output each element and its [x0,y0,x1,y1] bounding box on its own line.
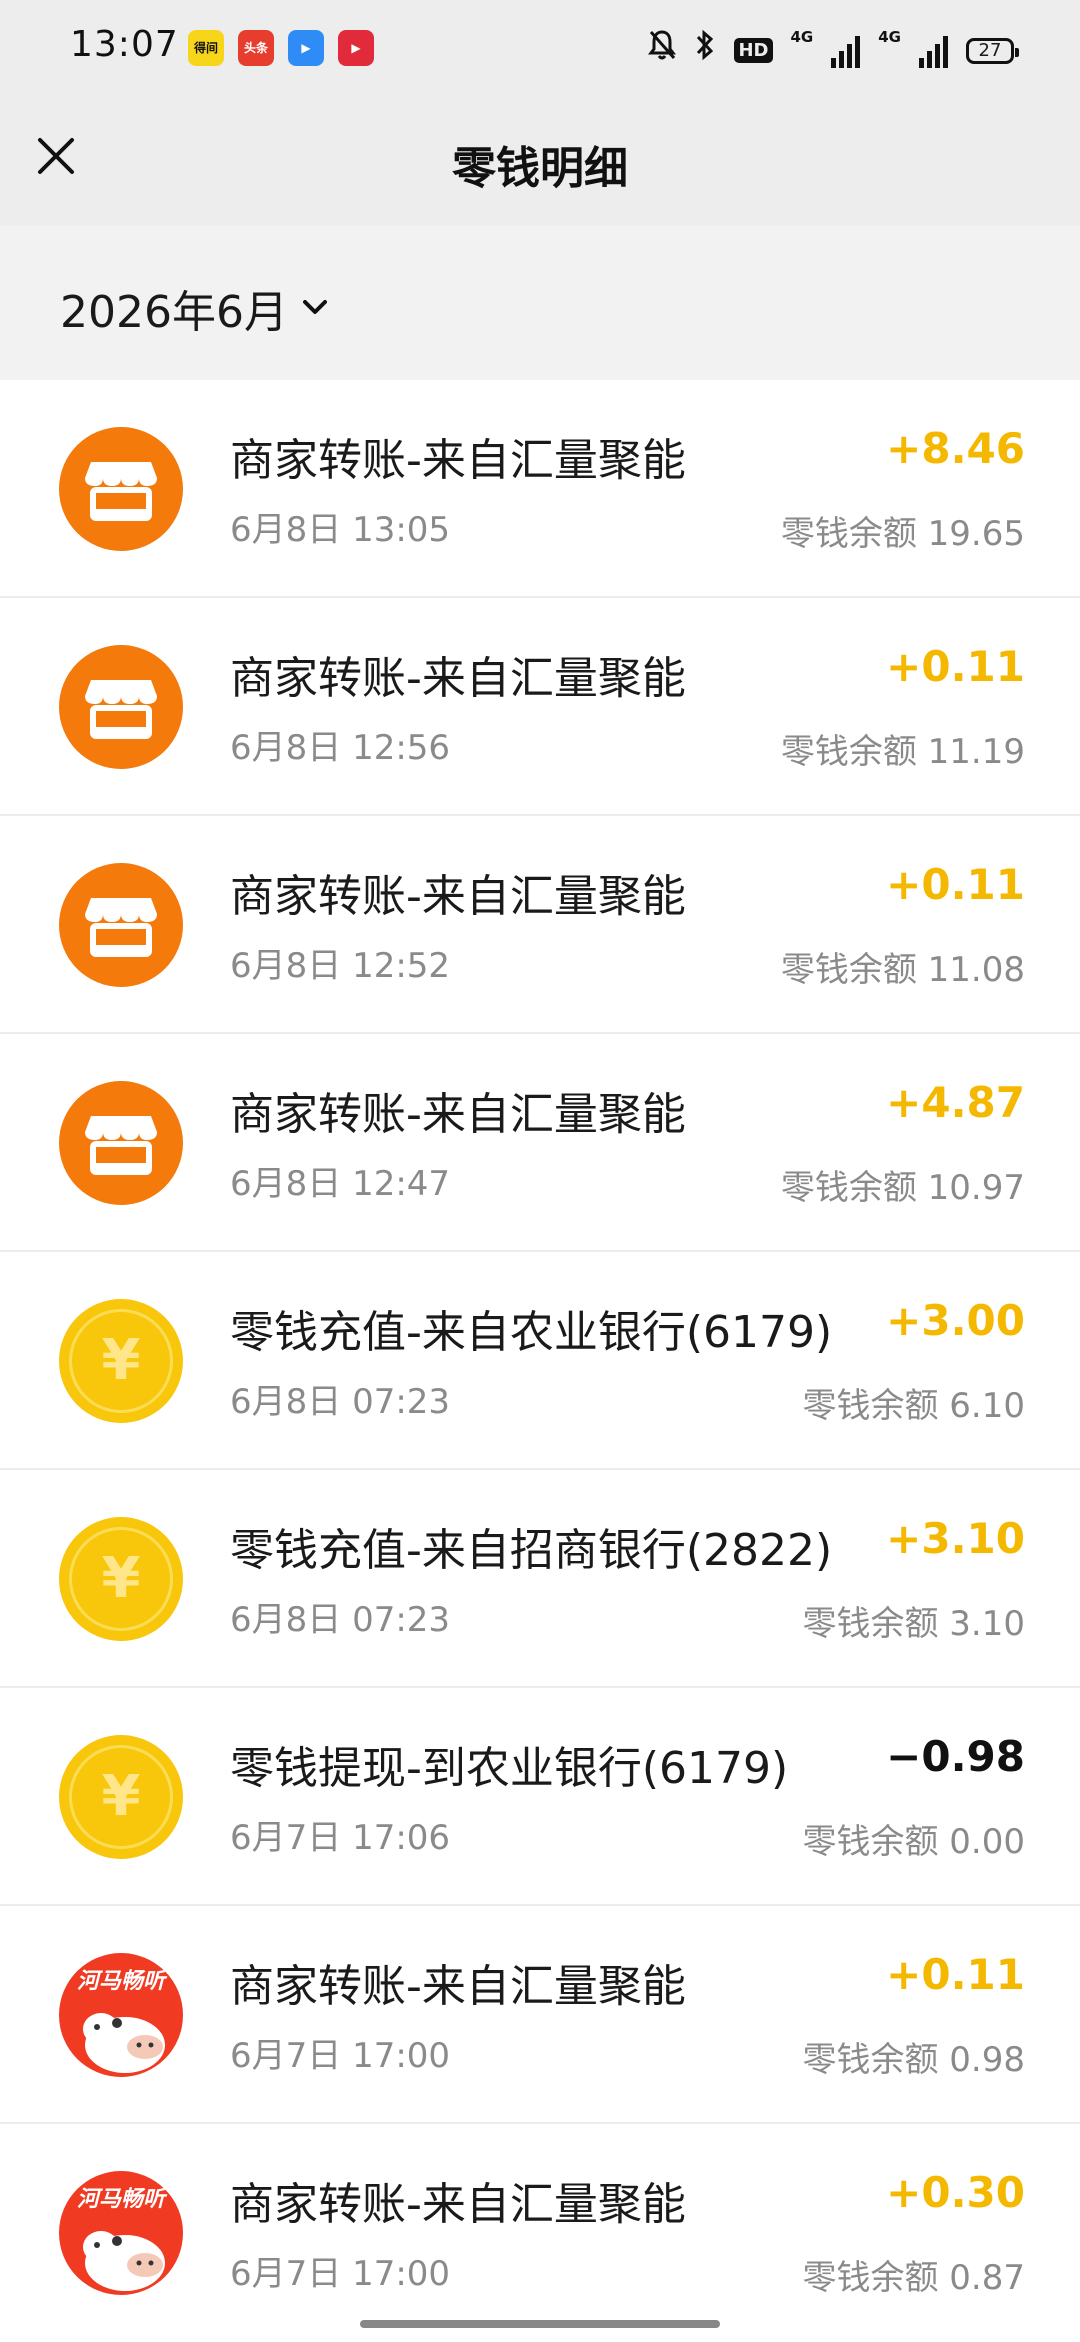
transaction-row[interactable]: 河马畅听 商家转账-来自汇量聚能 6月7日 17:00 +0.11 零钱余额 0.98 [0,1906,1080,2124]
status-indicators: HD 4G 4G 27 [648,28,1019,73]
home-indicator[interactable] [360,2320,720,2328]
transaction-date: 6月7日 17:06 [230,1818,451,1858]
transaction-balance: 零钱余额 0.98 [802,2040,1025,2080]
transaction-amount: +0.11 [886,642,1025,691]
transaction-title: 零钱提现-到农业银行(6179) [230,1743,789,1794]
transaction-title: 零钱充值-来自招商银行(2822) [230,1525,833,1576]
status-app-icons: 得间 头条 ▶ ▶ [188,30,374,66]
transaction-amount: +3.00 [886,1296,1025,1345]
video-app-icon: ▶ [338,30,374,66]
transaction-amount: +0.30 [886,2168,1025,2217]
transaction-title: 商家转账-来自汇量聚能 [230,1961,686,2012]
shop-icon [59,863,183,987]
transaction-date: 6月8日 07:23 [230,1600,451,1640]
transaction-amount: +3.10 [886,1514,1025,1563]
transaction-date: 6月8日 12:56 [230,728,451,768]
hippo-logo-text: 河马畅听 [76,1969,165,1994]
transaction-row[interactable]: 河马畅听 商家转账-来自汇量聚能 6月7日 17:00 +0.30 零钱余额 0.87 [0,2124,1080,2342]
transaction-balance: 零钱余额 6.10 [802,1386,1025,1426]
transaction-title: 商家转账-来自汇量聚能 [230,871,686,922]
network-type-2: 4G [878,28,901,46]
yen-coin-icon: ¥ [59,1517,183,1641]
player-app-icon: ▶ [288,30,324,66]
transaction-amount: +0.11 [886,860,1025,909]
yen-coin-icon: ¥ [59,1735,183,1859]
transaction-row[interactable]: 商家转账-来自汇量聚能 6月8日 12:47 +4.87 零钱余额 10.97 [0,1034,1080,1252]
transaction-balance: 零钱余额 11.08 [780,950,1025,990]
shop-icon [59,645,183,769]
transaction-title: 商家转账-来自汇量聚能 [230,1089,686,1140]
transaction-balance: 零钱余额 3.10 [802,1604,1025,1644]
battery-level: 27 [978,40,1002,61]
transaction-amount: −0.98 [886,1732,1025,1781]
transaction-row[interactable]: 商家转账-来自汇量聚能 6月8日 13:05 +8.46 零钱余额 19.65 [0,380,1080,598]
transaction-amount: +0.11 [886,1950,1025,1999]
yen-coin-icon: ¥ [59,1299,183,1423]
transaction-date: 6月8日 07:23 [230,1382,451,1422]
transaction-date: 6月8日 12:47 [230,1164,451,1204]
hippo-app-icon: 河马畅听 [59,1953,183,2077]
status-time: 13:07 [70,24,179,65]
hd-voice-icon: HD [734,38,773,63]
transaction-balance: 零钱余额 11.19 [780,732,1025,772]
dewu-app-icon: 得间 [188,30,224,66]
transaction-title: 商家转账-来自汇量聚能 [230,653,686,704]
shop-icon [59,1081,183,1205]
mute-bell-icon [648,29,677,72]
shop-icon [59,427,183,551]
toutiao-app-icon: 头条 [238,30,274,66]
transaction-balance: 零钱余额 0.00 [802,1822,1025,1862]
chevron-down-icon [302,300,327,314]
signal-1-icon [831,34,861,68]
transaction-balance: 零钱余额 0.87 [802,2258,1025,2298]
transaction-title: 商家转账-来自汇量聚能 [230,2179,686,2230]
transaction-date: 6月7日 17:00 [230,2254,451,2294]
signal-2-icon [919,34,948,68]
hippo-app-icon: 河马畅听 [59,2171,183,2295]
page-title: 零钱明细 [452,143,628,194]
battery-icon: 27 [966,37,1019,64]
transaction-date: 6月8日 12:52 [230,946,451,986]
transaction-title: 商家转账-来自汇量聚能 [230,435,686,486]
month-label: 2026年6月 [60,287,288,338]
network-type-1: 4G [790,28,814,46]
status-bar: 13:07 得间 头条 ▶ ▶ HD 4G 4G 27 [0,0,1080,96]
transaction-row[interactable]: ¥ 零钱充值-来自农业银行(6179) 6月8日 07:23 +3.00 零钱余额 6.… [0,1252,1080,1470]
transaction-balance: 零钱余额 10.97 [780,1168,1025,1208]
title-bar: 零钱明细 [0,96,1080,226]
hippo-logo-text: 河马畅听 [76,2187,165,2212]
month-selector[interactable]: 2026年6月 [60,276,328,340]
transaction-amount: +4.87 [886,1078,1025,1127]
transaction-balance: 零钱余额 19.65 [780,514,1025,554]
transaction-list: 商家转账-来自汇量聚能 6月8日 13:05 +8.46 零钱余额 19.65 商家转账… [0,380,1080,2342]
transaction-row[interactable]: ¥ 零钱提现-到农业银行(6179) 6月7日 17:06 −0.98 零钱余额 0.0… [0,1688,1080,1906]
transaction-row[interactable]: ¥ 零钱充值-来自招商银行(2822) 6月8日 07:23 +3.10 零钱余额 3.… [0,1470,1080,1688]
transaction-title: 零钱充值-来自农业银行(6179) [230,1307,833,1358]
transaction-date: 6月8日 13:05 [230,510,451,550]
bluetooth-icon [694,28,716,73]
transaction-date: 6月7日 17:00 [230,2036,451,2076]
transaction-row[interactable]: 商家转账-来自汇量聚能 6月8日 12:52 +0.11 零钱余额 11.08 [0,816,1080,1034]
month-filter-bar: 2026年6月 [0,226,1080,380]
transaction-amount: +8.46 [886,424,1025,473]
transaction-row[interactable]: 商家转账-来自汇量聚能 6月8日 12:56 +0.11 零钱余额 11.19 [0,598,1080,816]
